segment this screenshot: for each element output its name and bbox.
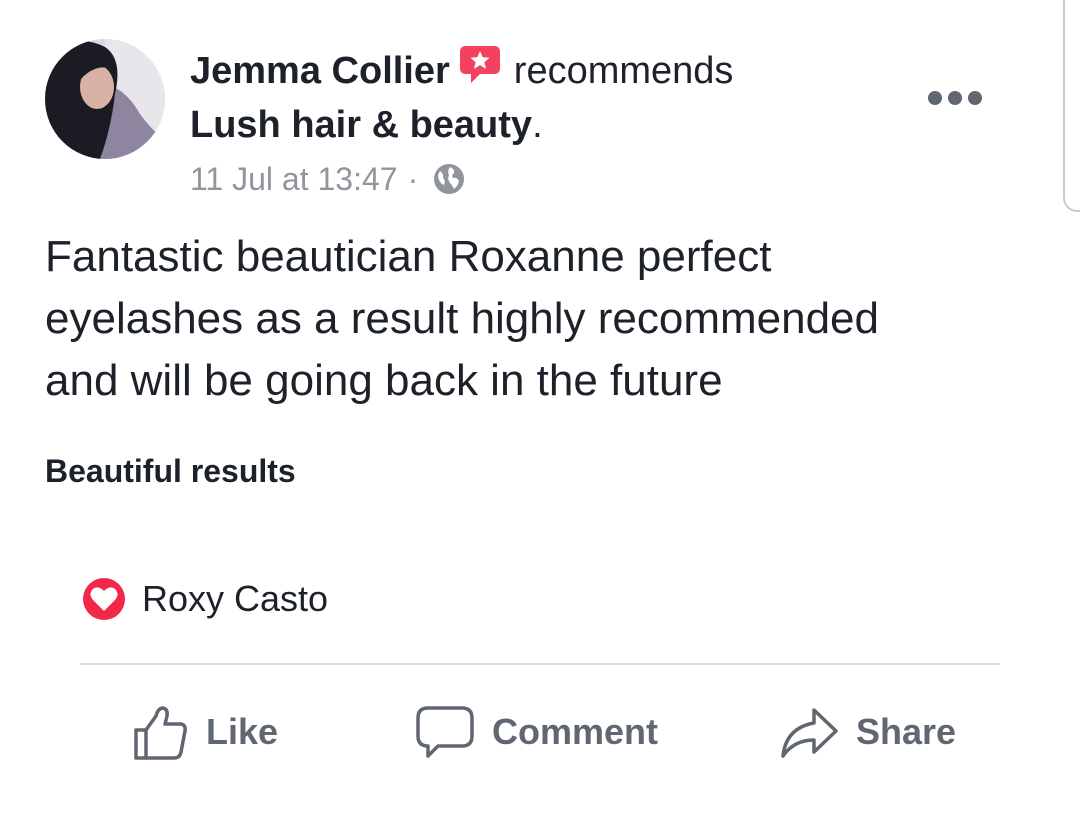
author-name[interactable]: Jemma Collier [190, 50, 450, 93]
reactor-names: Roxy Casto [142, 578, 329, 619]
recommends-text: recommends [513, 49, 734, 92]
recommendation-tag: Beautiful results [45, 453, 296, 489]
more-dot [968, 91, 982, 105]
comment-icon [416, 706, 474, 758]
recommendation-icon [458, 44, 502, 86]
share-icon [781, 708, 838, 758]
love-reaction-icon [81, 576, 127, 622]
post-body: Fantastic beautician Roxanne perfect eye… [45, 226, 1005, 412]
more-dot [948, 91, 962, 105]
comment-label: Comment [492, 711, 659, 752]
page-name-suffix: . [532, 103, 543, 146]
timestamp[interactable]: 11 Jul at 13:47 [190, 161, 398, 198]
like-label: Like [206, 711, 279, 752]
page-line: Lush hair & beauty . [190, 100, 543, 150]
post-body-line: Fantastic beautician Roxanne perfect [45, 232, 772, 281]
meta-separator: · [407, 160, 419, 197]
share-label: Share [856, 711, 957, 752]
thumbs-up-icon [134, 706, 187, 760]
comment-button[interactable]: Comment [414, 700, 658, 764]
more-dot [928, 91, 942, 105]
post-body-line: and will be going back in the future [45, 356, 723, 405]
like-button[interactable]: Like [130, 700, 278, 764]
post-meta: 11 Jul at 13:47 · [190, 158, 466, 200]
post-body-line: eyelashes as a result highly recommended [45, 294, 880, 343]
share-button[interactable]: Share [778, 700, 956, 764]
recommendation-post: Jemma Collier recommends Lush hair & bea… [0, 0, 1080, 817]
post-header-line: Jemma Collier recommends [190, 46, 733, 96]
divider [80, 663, 1000, 665]
more-options-icon[interactable] [928, 86, 982, 110]
page-name-link[interactable]: Lush hair & beauty [190, 104, 532, 147]
scroll-edge [1063, 0, 1080, 212]
avatar[interactable] [45, 39, 165, 159]
globe-icon [432, 162, 466, 196]
reactions-summary[interactable]: Roxy Casto [80, 574, 328, 624]
